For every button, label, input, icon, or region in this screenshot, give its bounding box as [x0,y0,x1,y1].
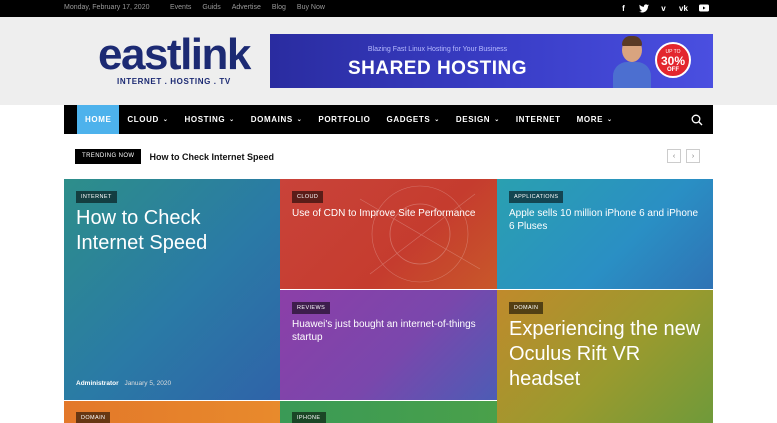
featured-post-internet-speed[interactable]: INTERNET How to Check Internet Speed Adm… [64,179,280,400]
top-bar: Monday, February 17, 2020 Events Guids A… [0,0,777,17]
youtube-icon[interactable] [698,2,709,14]
top-link-events[interactable]: Events [170,4,191,11]
chevron-down-icon: ⌄ [607,117,613,123]
category-badge[interactable]: REVIEWS [292,302,331,314]
banner-person-image [613,36,651,88]
chevron-down-icon: ⌄ [494,117,500,123]
nav-item-label: INTERNET [515,115,561,124]
nav-item-gadgets[interactable]: GADGETS ⌄ [379,105,448,134]
logo-wordmark: eastlink [98,30,251,79]
top-link-blog[interactable]: Blog [272,4,286,11]
banner-subtitle: Blazing Fast Linux Hosting for Your Busi… [367,46,508,53]
current-date: Monday, February 17, 2020 [64,4,150,11]
ad-banner[interactable]: Blazing Fast Linux Hosting for Your Busi… [270,34,713,88]
nav-item-label: PORTFOLIO [318,115,371,124]
category-badge[interactable]: DOMAIN [76,412,111,423]
next-arrow-icon[interactable]: › [686,149,700,163]
nav-item-label: DOMAINS [250,115,293,124]
network-decoration [359,185,481,283]
prev-arrow-icon[interactable]: ‹ [667,149,681,163]
top-link-advertise[interactable]: Advertise [232,4,261,11]
discount-badge: UP TO 30% OFF [655,42,691,78]
facebook-icon[interactable]: f [618,2,629,14]
social-links: f v vk [618,2,709,14]
post-author[interactable]: Administrator [76,380,119,387]
trending-headline[interactable]: How to Check Internet Speed [149,152,274,162]
nav-item-more[interactable]: MORE ⌄ [569,105,621,134]
nav-items: HOME CLOUD ⌄ HOSTING ⌄ DOMAINS ⌄ PORTFOLIO GADGE… [77,105,621,134]
search-icon[interactable] [691,113,703,126]
nav-item-label: CLOUD [127,115,159,124]
post-title[interactable]: Apple sells 10 million iPhone 6 and iPho… [509,207,704,233]
nav-item-hosting[interactable]: HOSTING ⌄ [177,105,243,134]
nav-item-cloud[interactable]: CLOUD ⌄ [119,105,176,134]
trending-arrows: ‹ › [667,149,700,163]
nav-item-portfolio[interactable]: PORTFOLIO [310,105,378,134]
site-logo[interactable]: eastlink INTERNET . HOSTING . TV [98,30,251,87]
vimeo-icon[interactable]: v [658,2,669,14]
post-apple[interactable]: APPLICATIONS Apple sells 10 million iPho… [497,179,713,289]
category-badge[interactable]: APPLICATIONS [509,191,564,203]
nav-item-home[interactable]: HOME [77,105,120,134]
nav-item-internet[interactable]: INTERNET [508,105,569,134]
nav-item-design[interactable]: DESIGN ⌄ [448,105,508,134]
nav-item-domains[interactable]: DOMAINS ⌄ [243,105,311,134]
post-huawei[interactable]: REVIEWS Huawei's just bought an internet… [280,290,497,400]
category-badge[interactable]: INTERNET [76,191,117,203]
trending-bar: TRENDING NOW How to Check Internet Speed [75,149,274,164]
post-cdn[interactable]: CLOUD Use of CDN to Improve Site Perform… [280,179,497,289]
post-bottom-left[interactable]: DOMAIN [64,401,280,423]
chevron-down-icon: ⌄ [296,117,303,123]
post-meta: Administrator January 5, 2020 [76,380,171,387]
nav-item-label: MORE [576,115,604,124]
category-badge[interactable]: CLOUD [292,191,324,203]
chevron-down-icon: ⌄ [162,117,169,123]
badge-value: 30% [660,54,686,68]
logo-tagline: INTERNET . HOSTING . TV [117,77,231,86]
nav-item-label: GADGETS [386,115,431,124]
post-title[interactable]: Experiencing the new Oculus Rift VR head… [509,317,704,392]
top-links: Events Guids Advertise Blog Buy Now [170,4,336,11]
chevron-down-icon: ⌄ [434,117,440,123]
nav-item-label: HOME [85,115,112,124]
post-title[interactable]: Huawei's just bought an internet-of-thin… [292,318,487,344]
nav-item-label: DESIGN [455,115,491,124]
vk-icon[interactable]: vk [678,2,689,14]
main-nav: HOME CLOUD ⌄ HOSTING ⌄ DOMAINS ⌄ PORTFOLIO GADGE… [64,105,713,134]
post-date: January 5, 2020 [124,380,172,387]
category-badge[interactable]: DOMAIN [509,302,544,314]
trending-label: TRENDING NOW [75,149,142,164]
post-bottom-middle[interactable]: IPHONE [280,401,497,423]
site-header: eastlink INTERNET . HOSTING . TV Blazing… [0,17,777,105]
post-title[interactable]: How to Check Internet Speed [76,206,266,256]
post-oculus[interactable]: DOMAIN Experiencing the new Oculus Rift … [497,290,713,423]
post-title[interactable]: Use of CDN to Improve Site Performance [292,207,487,220]
top-link-buy-now[interactable]: Buy Now [297,4,325,11]
twitter-icon[interactable] [638,2,649,14]
banner-headline: SHARED HOSTING [347,58,528,79]
nav-item-label: HOSTING [184,115,226,124]
category-badge[interactable]: IPHONE [292,412,326,423]
top-link-guids[interactable]: Guids [202,4,220,11]
chevron-down-icon: ⌄ [229,117,235,123]
